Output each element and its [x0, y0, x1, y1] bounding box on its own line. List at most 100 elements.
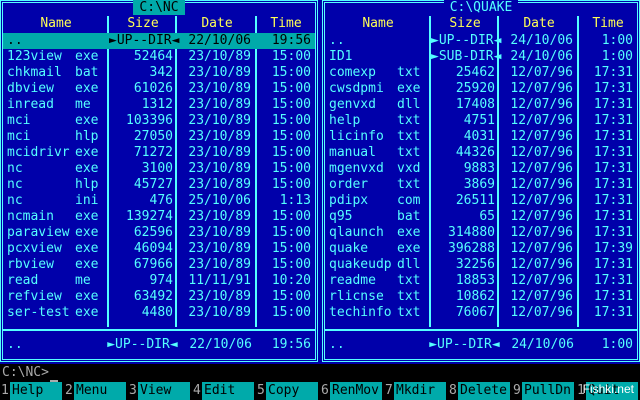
header-size: Size	[449, 16, 481, 31]
right-file-list[interactable]: Name Size Date Time .. ►UP--DIR◄ 24/10/06 1…	[325, 16, 637, 327]
file-time: 15:00	[271, 289, 311, 304]
file-row[interactable]: nc ini 476 25/10/06 1:13	[3, 193, 315, 209]
file-date: 23/10/89	[188, 145, 251, 160]
fkey-label: Delete	[458, 382, 510, 400]
file-time: 17:31	[593, 177, 633, 192]
file-size: 71272	[133, 145, 173, 160]
file-row[interactable]: quakeudp dll 32256 12/07/96 17:31	[325, 257, 637, 273]
fkey-menu[interactable]: 2 Menu	[64, 382, 128, 400]
file-row[interactable]: nc hlp 45727 23/10/89 15:00	[3, 177, 315, 193]
file-size: 342	[149, 65, 173, 80]
file-row[interactable]: genvxd dll 17408 12/07/96 17:31	[325, 97, 637, 113]
file-size: 396288	[448, 241, 495, 256]
fkey-mkdir[interactable]: 7 Mkdir	[384, 382, 448, 400]
file-size: 9883	[463, 161, 495, 176]
file-row[interactable]: chkmail bat 342 23/10/89 15:00	[3, 65, 315, 81]
file-name: pcxview	[7, 241, 62, 256]
file-ext: exe	[397, 81, 421, 96]
file-row[interactable]: ser-test exe 4480 23/10/89 15:00	[3, 305, 315, 321]
file-date: 23/10/89	[188, 257, 251, 272]
left-panel-path: C:\NC	[133, 0, 185, 15]
file-row[interactable]: dbview exe 61026 23/10/89 15:00	[3, 81, 315, 97]
file-date: 23/10/89	[188, 209, 251, 224]
file-row[interactable]: 123view exe 52464 23/10/89 15:00	[3, 49, 315, 65]
file-name: mci	[7, 129, 31, 144]
fkey-number: 5	[257, 383, 265, 398]
file-row[interactable]: .. ►UP--DIR◄ 24/10/06 1:00	[325, 33, 637, 49]
file-name: order	[329, 177, 369, 192]
fkey-pulldn[interactable]: 9 PullDn	[512, 382, 576, 400]
file-size: 62596	[133, 225, 173, 240]
file-row[interactable]: help txt 4751 12/07/96 17:31	[325, 113, 637, 129]
file-row[interactable]: rbview exe 67966 23/10/89 15:00	[3, 257, 315, 273]
file-date: 23/10/89	[188, 65, 251, 80]
file-size: 10862	[455, 289, 495, 304]
file-row[interactable]: readme txt 18853 12/07/96 17:31	[325, 273, 637, 289]
status-name: ..	[329, 337, 345, 352]
file-size: 974	[149, 273, 173, 288]
left-panel[interactable]: C:\NC Name Size Date Time .. ►UP--DIR◄ 22/…	[0, 0, 318, 362]
file-row[interactable]: nc exe 3100 23/10/89 15:00	[3, 161, 315, 177]
fkey-label: RenMov	[330, 382, 382, 400]
file-time: 17:31	[593, 257, 633, 272]
file-row[interactable]: licinfo txt 4031 12/07/96 17:31	[325, 129, 637, 145]
right-status-line: .. ►UP--DIR◄ 24/10/06 1:00	[325, 337, 637, 353]
file-ext: txt	[397, 129, 421, 144]
file-date: 23/10/89	[188, 289, 251, 304]
file-ext: exe	[75, 145, 99, 160]
fkey-delete[interactable]: 8 Delete	[448, 382, 512, 400]
file-row[interactable]: techinfo txt 76067 12/07/96 17:31	[325, 305, 637, 321]
file-date: 12/07/96	[510, 273, 573, 288]
file-row[interactable]: qlaunch exe 314880 12/07/96 17:31	[325, 225, 637, 241]
fkey-renmov[interactable]: 6 RenMov	[320, 382, 384, 400]
file-size: 4751	[463, 113, 495, 128]
file-date: 23/10/89	[188, 97, 251, 112]
fkey-view[interactable]: 3 View	[128, 382, 192, 400]
file-size: 61026	[133, 81, 173, 96]
file-row[interactable]: inread me 1312 23/10/89 15:00	[3, 97, 315, 113]
file-row[interactable]: pcxview exe 46094 23/10/89 15:00	[3, 241, 315, 257]
file-row[interactable]: read me 974 11/11/91 10:20	[3, 273, 315, 289]
status-date: 22/10/06	[189, 337, 252, 352]
file-row[interactable]: comexp txt 25462 12/07/96 17:31	[325, 65, 637, 81]
file-ext: exe	[75, 305, 99, 320]
file-row[interactable]: mgenvxd vxd 9883 12/07/96 17:31	[325, 161, 637, 177]
file-date: 12/07/96	[510, 145, 573, 160]
file-row[interactable]: manual txt 44326 12/07/96 17:31	[325, 145, 637, 161]
right-panel[interactable]: C:\QUAKE Name Size Date Time .. ►UP--DIR◄…	[322, 0, 640, 362]
file-row[interactable]: q95 bat 65 12/07/96 17:31	[325, 209, 637, 225]
command-line[interactable]: C:\NC>	[0, 364, 640, 382]
file-time: 15:00	[271, 145, 311, 160]
fkey-help[interactable]: 1 Help	[0, 382, 64, 400]
file-row[interactable]: mci hlp 27050 23/10/89 15:00	[3, 129, 315, 145]
file-row[interactable]: cwsdpmi exe 25920 12/07/96 17:31	[325, 81, 637, 97]
status-separator	[3, 329, 315, 331]
file-ext: dll	[397, 97, 421, 112]
file-row[interactable]: refview exe 63492 23/10/89 15:00	[3, 289, 315, 305]
file-time: 17:31	[593, 225, 633, 240]
fkey-edit[interactable]: 4 Edit	[192, 382, 256, 400]
file-row[interactable]: pdipx com 26511 12/07/96 17:31	[325, 193, 637, 209]
file-name: pdipx	[329, 193, 369, 208]
file-time: 15:00	[271, 177, 311, 192]
file-row[interactable]: ncmain exe 139274 23/10/89 15:00	[3, 209, 315, 225]
file-size: 18853	[455, 273, 495, 288]
file-name: help	[329, 113, 361, 128]
file-time: 15:00	[271, 241, 311, 256]
file-date: 12/07/96	[510, 113, 573, 128]
file-name: ncmain	[7, 209, 54, 224]
right-rows: .. ►UP--DIR◄ 24/10/06 1:00 ID1 ►SUB-DIR◄ 24/10…	[325, 33, 637, 321]
file-row[interactable]: mcidrivr exe 71272 23/10/89 15:00	[3, 145, 315, 161]
file-row[interactable]: ID1 ►SUB-DIR◄ 24/10/06 1:00	[325, 49, 637, 65]
fkey-copy[interactable]: 5 Copy	[256, 382, 320, 400]
file-row[interactable]: mci exe 103396 23/10/89 15:00	[3, 113, 315, 129]
file-name: quakeudp	[329, 257, 392, 272]
left-file-list[interactable]: Name Size Date Time .. ►UP--DIR◄ 22/10/06 1…	[3, 16, 315, 327]
file-row[interactable]: paraview exe 62596 23/10/89 15:00	[3, 225, 315, 241]
file-time: 1:13	[279, 193, 311, 208]
file-row[interactable]: .. ►UP--DIR◄ 22/10/06 19:56	[3, 33, 315, 49]
file-row[interactable]: order txt 3869 12/07/96 17:31	[325, 177, 637, 193]
file-row[interactable]: rlicnse txt 10862 12/07/96 17:31	[325, 289, 637, 305]
file-name: techinfo	[329, 305, 392, 320]
file-row[interactable]: quake exe 396288 12/07/96 17:39	[325, 241, 637, 257]
